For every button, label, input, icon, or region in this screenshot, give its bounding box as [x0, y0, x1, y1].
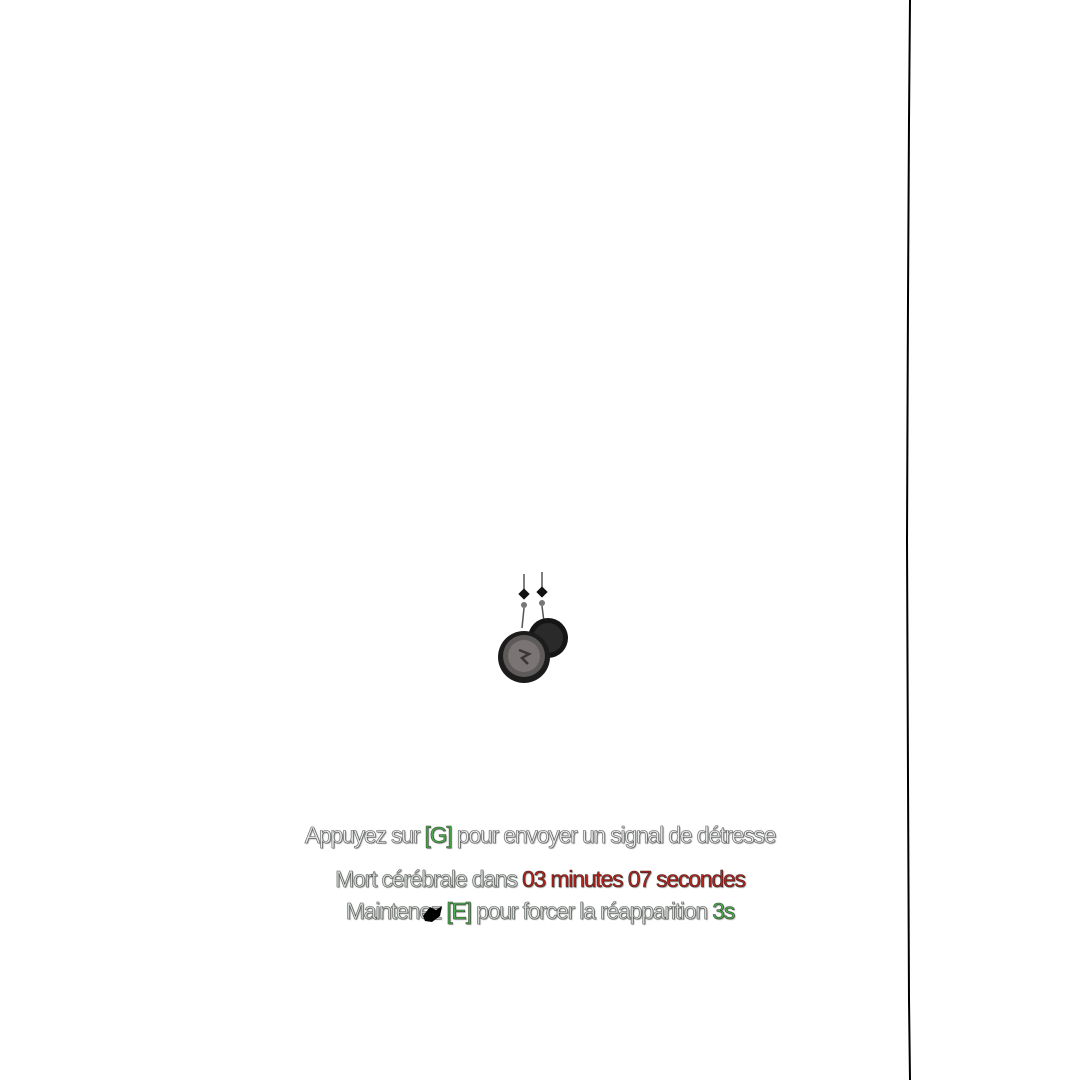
brain-death-timer: Mort cérébrale dans 03 minutes 07 second…: [0, 866, 1080, 893]
respawn-seconds: 3s: [712, 898, 736, 925]
game-screen: Appuyez sur [G] pour envoyer un signal d…: [0, 0, 1080, 1080]
distress-key: [G]: [424, 822, 453, 849]
brain-death-time: 03 minutes 07 secondes: [522, 866, 747, 893]
respawn-middle: pour forcer la réapparition: [470, 898, 713, 925]
distress-suffix: pour envoyer un signal de détresse: [451, 822, 776, 849]
hanging-prop-icon: [498, 572, 568, 683]
brain-death-prefix: Mort cérébrale dans: [335, 866, 522, 893]
force-respawn-prompt: Maintenez [E] pour forcer la réapparitio…: [0, 898, 1080, 925]
cursor-blob-icon: [423, 906, 442, 922]
respawn-key: [E]: [446, 898, 472, 925]
distress-prefix: Appuyez sur: [304, 822, 425, 849]
distress-signal-prompt: Appuyez sur [G] pour envoyer un signal d…: [0, 822, 1080, 849]
